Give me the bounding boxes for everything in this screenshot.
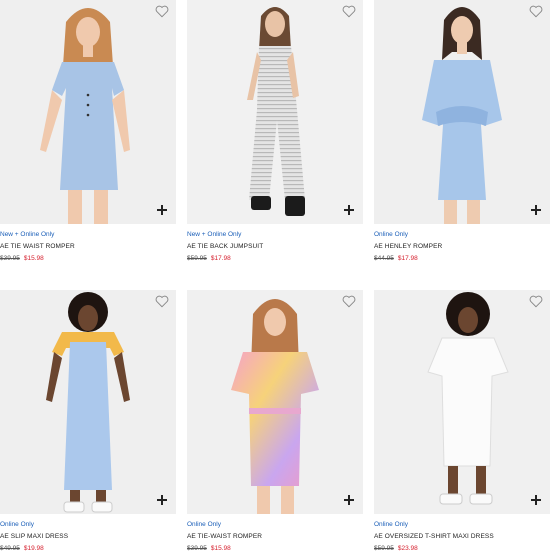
plus-icon[interactable] [531, 495, 541, 505]
original-price: $39.95 [187, 545, 207, 552]
product-name[interactable]: AE SLIP MAXI DRESS [0, 533, 68, 540]
product-name[interactable]: AE TIE BACK JUMPSUIT [187, 243, 263, 250]
product-name[interactable]: AE TIE WAIST ROMPER [0, 243, 75, 250]
product-name[interactable]: AE OVERSIZED T-SHIRT MAXI DRESS [374, 533, 494, 540]
sale-price: $15.98 [210, 545, 231, 552]
product-price: $39.95 $15.98 [187, 545, 231, 552]
product-image[interactable] [187, 0, 363, 224]
product-card[interactable]: New + Online Only AE TIE WAIST ROMPER $3… [0, 0, 176, 262]
product-badge: New + Online Only [0, 231, 55, 238]
heart-icon[interactable] [155, 295, 169, 308]
product-badge: Online Only [0, 521, 34, 528]
sale-price: $17.98 [397, 255, 418, 262]
plus-icon[interactable] [344, 205, 354, 215]
product-name[interactable]: AE HENLEY ROMPER [374, 243, 442, 250]
original-price: $59.95 [374, 545, 394, 552]
plus-icon[interactable] [344, 495, 354, 505]
original-price: $59.95 [187, 255, 207, 262]
product-image[interactable] [0, 290, 176, 514]
heart-icon[interactable] [155, 5, 169, 18]
sale-price: $19.98 [23, 545, 44, 552]
product-price: $39.95 $15.98 [0, 255, 44, 262]
sale-price: $17.98 [210, 255, 231, 262]
product-price: $59.95 $23.98 [374, 545, 418, 552]
product-card[interactable]: New + Online Only AE TIE BACK JUMPSUIT $… [187, 0, 363, 262]
product-card[interactable]: Online Only AE SLIP MAXI DRESS $49.95 $19… [0, 290, 176, 552]
heart-icon[interactable] [529, 5, 543, 18]
plus-icon[interactable] [157, 205, 167, 215]
original-price: $44.95 [374, 255, 394, 262]
plus-icon[interactable] [531, 205, 541, 215]
sale-price: $23.98 [397, 545, 418, 552]
plus-icon[interactable] [157, 495, 167, 505]
product-badge: Online Only [374, 231, 408, 238]
product-price: $44.95 $17.98 [374, 255, 418, 262]
product-image[interactable] [374, 0, 550, 224]
product-badge: New + Online Only [187, 231, 242, 238]
original-price: $39.95 [0, 255, 20, 262]
product-card[interactable]: Online Only AE HENLEY ROMPER $44.95 $17.9… [374, 0, 550, 262]
sale-price: $15.98 [23, 255, 44, 262]
product-name[interactable]: AE TIE-WAIST ROMPER [187, 533, 262, 540]
product-image[interactable] [0, 0, 176, 224]
product-price: $59.95 $17.98 [187, 255, 231, 262]
product-image[interactable] [374, 290, 550, 514]
product-card[interactable]: Online Only AE TIE-WAIST ROMPER $39.95 $1… [187, 290, 363, 552]
product-badge: Online Only [374, 521, 408, 528]
original-price: $49.95 [0, 545, 20, 552]
product-image[interactable] [187, 290, 363, 514]
product-badge: Online Only [187, 521, 221, 528]
product-card[interactable]: Online Only AE OVERSIZED T-SHIRT MAXI DR… [374, 290, 550, 552]
heart-icon[interactable] [529, 295, 543, 308]
product-price: $49.95 $19.98 [0, 545, 44, 552]
heart-icon[interactable] [342, 5, 356, 18]
heart-icon[interactable] [342, 295, 356, 308]
